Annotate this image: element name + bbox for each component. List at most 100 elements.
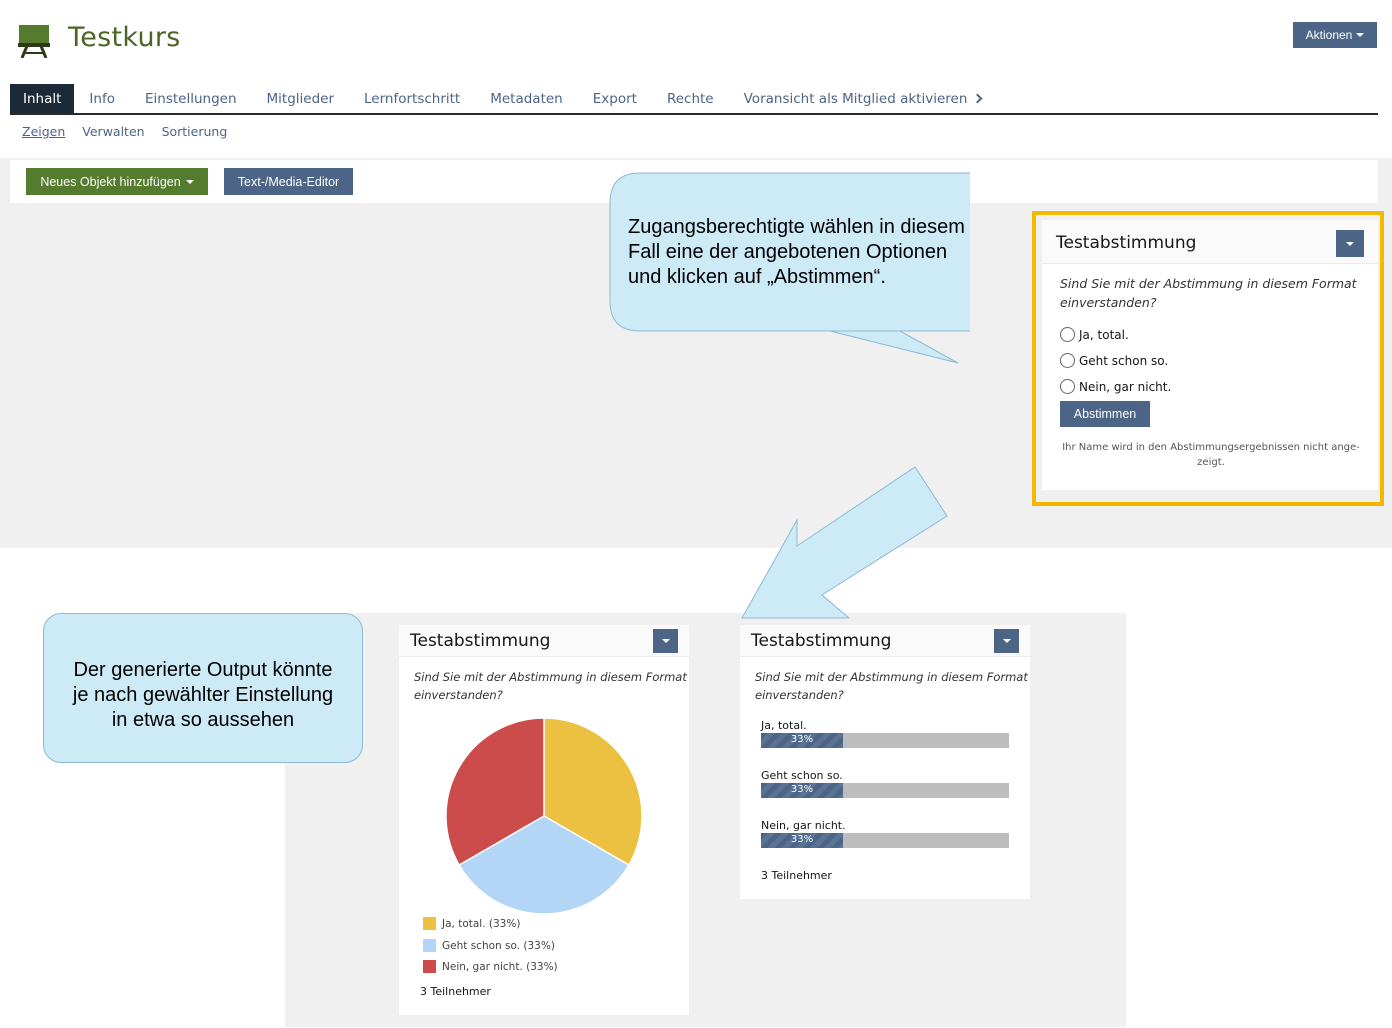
question-line: Sind Sie mit der Abstimmung in diesem Fo…: [414, 670, 687, 684]
callout-line: in etwa so aussehen: [111, 709, 295, 731]
poll-option-ja[interactable]: Ja, total.: [1060, 327, 1129, 342]
question-line: einverstanden?: [755, 688, 844, 702]
actions-button[interactable]: Aktionen: [1293, 22, 1377, 48]
callout-bottom-text: Der generierte Output könnte je nach gew…: [43, 658, 363, 733]
sub-tabs: Zeigen Verwalten Sortierung: [22, 124, 227, 139]
option-label: Nein, gar nicht.: [1079, 379, 1172, 394]
poll-menu-button[interactable]: [1336, 230, 1364, 257]
poll-question: Sind Sie mit der Abstimmung in diesem Fo…: [414, 668, 687, 704]
poll-title: Testabstimmung: [1056, 233, 1197, 253]
tab-label: Export: [592, 90, 637, 107]
radio-button[interactable]: [1060, 327, 1075, 342]
main-tabs: Inhalt Info Einstellungen Mitglieder Ler…: [10, 84, 1378, 115]
poll-header: Testabstimmung: [1042, 220, 1378, 264]
tab-einstellungen[interactable]: Einstellungen: [130, 84, 252, 113]
course-page-screenshot: Testkurs Aktionen Inhalt Info Einstellun…: [0, 0, 1392, 548]
course-icon: [18, 25, 50, 58]
anonymity-note: Ihr Name wird in den Abstimmungsergebnis…: [1060, 440, 1362, 470]
caret-down-icon: [1002, 639, 1011, 643]
bar-track: 33%: [761, 783, 1009, 798]
vote-button[interactable]: Abstimmen: [1060, 401, 1150, 427]
tab-label: Info: [89, 90, 115, 107]
pie-chart: [445, 717, 643, 915]
bar-percent: 33%: [790, 784, 814, 795]
tab-mitglieder[interactable]: Mitglieder: [252, 84, 350, 113]
tab-voransicht[interactable]: Voransicht als Mitglied aktivieren: [729, 84, 997, 113]
tab-label: Voransicht als Mitglied aktivieren: [743, 90, 968, 107]
legend-item: Nein, gar nicht. (33%): [423, 960, 558, 973]
add-object-label: Neues Objekt hinzufügen: [40, 174, 181, 189]
tab-export[interactable]: Export: [578, 84, 652, 113]
question-line: Sind Sie mit der Abstimmung in diesem Fo…: [755, 670, 1028, 684]
tab-label: Einstellungen: [144, 90, 237, 107]
poll-question: Sind Sie mit der Abstimmung in diesem Fo…: [1060, 274, 1357, 312]
caret-down-icon: [1346, 241, 1354, 246]
question-line: Sind Sie mit der Abstimmung in diesem Fo…: [1060, 276, 1357, 291]
bar-percent: 33%: [790, 734, 814, 745]
bar-track: 33%: [761, 733, 1009, 748]
callout-line: und klicken auf „Abstimmen“.: [628, 266, 886, 288]
poll-option-geht[interactable]: Geht schon so.: [1060, 353, 1168, 368]
tab-metadaten[interactable]: Metadaten: [475, 84, 578, 113]
tab-inhalt[interactable]: Inhalt: [10, 84, 75, 113]
poll-results-pie-panel: Testabstimmung Sind Sie mit der Abstimmu…: [399, 625, 689, 1015]
add-object-button[interactable]: Neues Objekt hinzufügen: [26, 168, 208, 195]
radio-button[interactable]: [1060, 353, 1075, 368]
poll-question: Sind Sie mit der Abstimmung in diesem Fo…: [755, 668, 1028, 704]
poll-menu-button[interactable]: [994, 629, 1019, 653]
legend-item: Ja, total. (33%): [423, 917, 520, 930]
poll-header: Testabstimmung: [740, 625, 1030, 657]
caret-down-icon: [1356, 33, 1365, 37]
note-line: Ihr Name wird in den Abstimmungsergebnis…: [1062, 442, 1360, 453]
subtab-sortierung[interactable]: Sortierung: [162, 124, 228, 139]
legend-label: Ja, total. (33%): [442, 917, 521, 930]
subtab-zeigen[interactable]: Zeigen: [22, 124, 65, 139]
tab-label: Lernfortschritt: [364, 90, 461, 107]
chevron-right-icon: [972, 93, 983, 104]
tab-label: Mitglieder: [266, 90, 335, 107]
legend-label: Geht schon so. (33%): [442, 939, 555, 952]
subtab-verwalten[interactable]: Verwalten: [82, 124, 144, 139]
poll-title: Testabstimmung: [751, 631, 892, 651]
participant-count: 3 Teilnehmer: [761, 869, 832, 882]
callout-line: je nach gewählter Einstellung: [72, 684, 334, 706]
actions-label: Aktionen: [1305, 28, 1353, 42]
poll-title: Testabstimmung: [410, 631, 551, 651]
poll-header: Testabstimmung: [399, 625, 689, 657]
callout-top-text: Zugangsberechtigte wählen in diesem Fall…: [628, 215, 965, 290]
text-media-editor-button[interactable]: Text-/Media-Editor: [224, 168, 353, 195]
poll-panel: Testabstimmung Sind Sie mit der Abstimmu…: [1042, 220, 1378, 490]
question-line: einverstanden?: [414, 688, 503, 702]
poll-menu-button[interactable]: [653, 629, 678, 653]
option-label: Geht schon so.: [1079, 353, 1169, 368]
poll-option-nein[interactable]: Nein, gar nicht.: [1060, 379, 1171, 394]
participant-count: 3 Teilnehmer: [420, 985, 491, 998]
legend-swatch: [423, 917, 436, 930]
bar-percent: 33%: [790, 834, 814, 845]
legend-swatch: [423, 939, 436, 952]
callout-line: Zugangsberechtigte wählen in diesem: [628, 216, 965, 238]
page-title: Testkurs: [68, 22, 181, 53]
note-line: zeigt.: [1197, 457, 1225, 468]
bar-label: Geht schon so.: [761, 769, 843, 782]
callout-line: Fall eine der angebotenen Optionen: [628, 241, 948, 263]
caret-down-icon: [185, 179, 194, 184]
option-label: Ja, total.: [1079, 327, 1129, 342]
tab-info[interactable]: Info: [74, 84, 130, 113]
question-line: einverstanden?: [1060, 295, 1157, 310]
tab-lernfortschritt[interactable]: Lernfortschritt: [349, 84, 475, 113]
radio-button[interactable]: [1060, 379, 1075, 394]
tab-label: Metadaten: [490, 90, 563, 107]
tab-label: Rechte: [666, 90, 714, 107]
legend-label: Nein, gar nicht. (33%): [442, 960, 558, 973]
callout-line: Der generierte Output könnte: [73, 659, 333, 681]
legend-item: Geht schon so. (33%): [423, 939, 555, 952]
bar-label: Nein, gar nicht.: [761, 819, 846, 832]
course-header: Testkurs Aktionen Inhalt Info Einstellun…: [0, 0, 1392, 158]
poll-results-bar-panel: Testabstimmung Sind Sie mit der Abstimmu…: [740, 625, 1030, 899]
bar-track: 33%: [761, 833, 1009, 848]
tab-label: Inhalt: [23, 90, 62, 107]
arrow-down-left-icon: [741, 466, 948, 619]
bar-label: Ja, total.: [761, 719, 807, 732]
tab-rechte[interactable]: Rechte: [652, 84, 729, 113]
